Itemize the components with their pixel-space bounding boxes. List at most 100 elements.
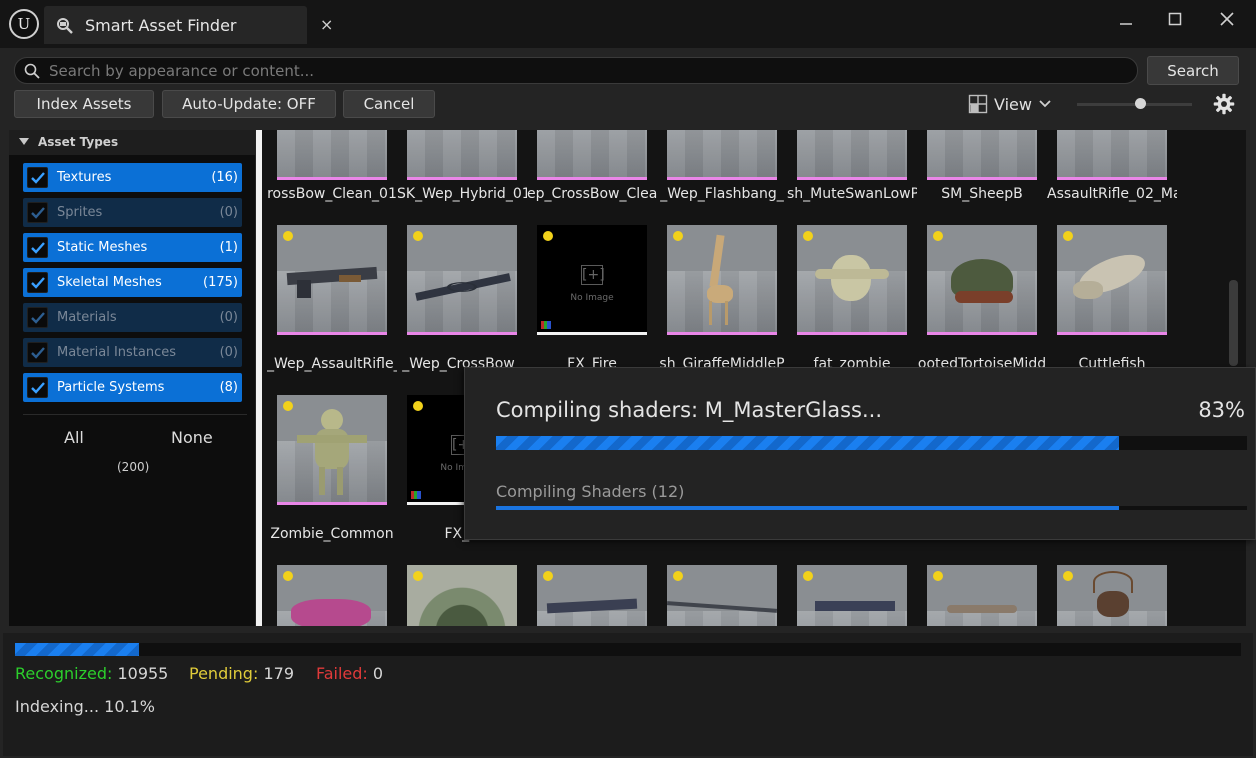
asset-type-color-bar <box>927 332 1037 335</box>
asset-thumbnail[interactable] <box>667 130 777 180</box>
asset-thumbnail[interactable] <box>537 565 647 626</box>
asset-thumbnail[interactable] <box>407 225 517 335</box>
close-icon[interactable] <box>1207 6 1247 32</box>
compile-progress-fill <box>496 436 1120 450</box>
auto-update-toggle[interactable]: Auto-Update: OFF <box>162 90 336 118</box>
asset-type-materials[interactable]: Materials (0) <box>23 303 242 332</box>
checkmark-icon <box>31 347 45 359</box>
view-dropdown[interactable]: View <box>968 92 1054 116</box>
index-assets-button[interactable]: Index Assets <box>14 90 154 118</box>
divider <box>23 414 247 415</box>
checkbox[interactable] <box>27 377 48 398</box>
asset-thumbnail[interactable] <box>277 565 387 626</box>
indexing-progress-fill <box>15 643 139 656</box>
checkbox[interactable] <box>27 272 48 293</box>
tab-close-icon[interactable]: × <box>320 15 333 34</box>
tab-smart-asset-finder[interactable]: Smart Asset Finder × <box>44 6 333 44</box>
asset-thumbnail[interactable] <box>797 130 907 180</box>
asset-type-textures[interactable]: Textures (16) <box>23 163 242 192</box>
asset-type-particle-systems[interactable]: Particle Systems (8) <box>23 373 242 402</box>
asset-type-color-bar <box>1057 332 1167 335</box>
slider-handle[interactable] <box>1135 98 1146 109</box>
failed-stat: Failed: 0 <box>316 664 384 683</box>
asset-thumbnail[interactable] <box>1057 130 1167 180</box>
asset-name: ep_CrossBow_Clea <box>527 186 657 202</box>
asset-thumbnail[interactable] <box>667 565 777 626</box>
asset-type-static-meshes[interactable]: Static Meshes (1) <box>23 233 242 262</box>
checkbox[interactable] <box>27 167 48 188</box>
thumbnail-size-slider[interactable] <box>1077 98 1192 109</box>
particle-icon <box>541 321 551 329</box>
asset-thumbnail[interactable]: [+] No Image <box>537 225 647 335</box>
asset-name: SK_Wep_Hybrid_01 <box>397 186 527 202</box>
minimize-icon[interactable] <box>1106 6 1146 32</box>
ground-plane <box>1057 130 1167 180</box>
status-dot-icon <box>543 231 553 241</box>
status-dot-icon <box>413 401 423 411</box>
asset-thumbnail[interactable] <box>1057 565 1167 626</box>
asset-type-skeletal-meshes[interactable]: Skeletal Meshes (175) <box>23 268 242 297</box>
total-count: (200) <box>117 460 150 474</box>
asset-thumbnail[interactable] <box>667 225 777 335</box>
checkbox[interactable] <box>27 237 48 258</box>
no-image-label: No Image <box>570 293 614 303</box>
compile-progress-bar <box>496 436 1247 450</box>
search-icon <box>24 63 40 79</box>
asset-type-color-bar <box>277 177 387 180</box>
checkmark-icon <box>31 312 45 324</box>
checkbox[interactable] <box>27 342 48 363</box>
asset-thumbnail[interactable] <box>1057 225 1167 335</box>
checkbox[interactable] <box>27 307 48 328</box>
asset-type-sprites[interactable]: Sprites (0) <box>23 198 242 227</box>
asset-type-label: Sprites <box>57 205 103 220</box>
asset-type-color-bar <box>277 332 387 335</box>
search-button[interactable]: Search <box>1147 56 1239 85</box>
checkbox[interactable] <box>27 202 48 223</box>
asset-name: SM_SheepB <box>941 186 1023 202</box>
search-input[interactable] <box>49 60 1109 81</box>
select-none-button[interactable]: None <box>171 428 213 447</box>
asset-thumbnail[interactable] <box>797 225 907 335</box>
maximize-icon[interactable] <box>1155 6 1195 32</box>
asset-types-header[interactable]: Asset Types <box>9 130 255 155</box>
search-box[interactable] <box>14 57 1138 84</box>
asset-thumbnail[interactable] <box>797 565 907 626</box>
asset-thumbnail[interactable] <box>277 225 387 335</box>
asset-name: sh_MuteSwanLowP <box>787 186 917 202</box>
checkmark-icon <box>31 207 45 219</box>
status-dot-icon <box>673 231 683 241</box>
asset-type-color-bar <box>1057 177 1167 180</box>
asset-type-label: Material Instances <box>57 345 177 360</box>
asset-type-label: Static Meshes <box>57 240 148 255</box>
asset-type-label: Particle Systems <box>57 380 165 395</box>
status-dot-icon <box>413 571 423 581</box>
compile-title: Compiling shaders: M_MasterGlass... <box>496 398 883 422</box>
asset-name: AssaultRifle_02_Ma <box>1047 186 1177 202</box>
asset-thumbnail[interactable] <box>927 130 1037 180</box>
asset-thumbnail[interactable] <box>277 130 387 180</box>
asset-thumbnail[interactable] <box>277 395 387 505</box>
asset-name: _Wep_Flashbang_ <box>660 186 784 202</box>
unreal-logo-icon[interactable]: U <box>9 9 39 39</box>
cancel-button[interactable]: Cancel <box>343 90 435 118</box>
ground-plane <box>667 130 777 180</box>
asset-thumbnail[interactable] <box>927 225 1037 335</box>
asset-name: Zombie_Common <box>270 526 394 542</box>
checkmark-icon <box>31 277 45 289</box>
asset-type-material-instances[interactable]: Material Instances (0) <box>23 338 242 367</box>
asset-thumbnail[interactable] <box>537 130 647 180</box>
asset-type-color-bar <box>537 332 647 335</box>
asset-finder-icon <box>57 18 73 34</box>
asset-type-count: (175) <box>203 275 238 290</box>
status-dot-icon <box>1063 231 1073 241</box>
asset-thumbnail[interactable] <box>927 565 1037 626</box>
grid-scrollbar[interactable] <box>1229 280 1238 366</box>
ground-plane <box>537 130 647 180</box>
gear-icon[interactable] <box>1213 93 1235 115</box>
status-dot-icon <box>803 231 813 241</box>
asset-thumbnail[interactable] <box>407 565 517 626</box>
select-all-button[interactable]: All <box>64 428 84 447</box>
asset-type-color-bar <box>407 177 517 180</box>
asset-thumbnail[interactable] <box>407 130 517 180</box>
ground-plane <box>927 611 1037 626</box>
